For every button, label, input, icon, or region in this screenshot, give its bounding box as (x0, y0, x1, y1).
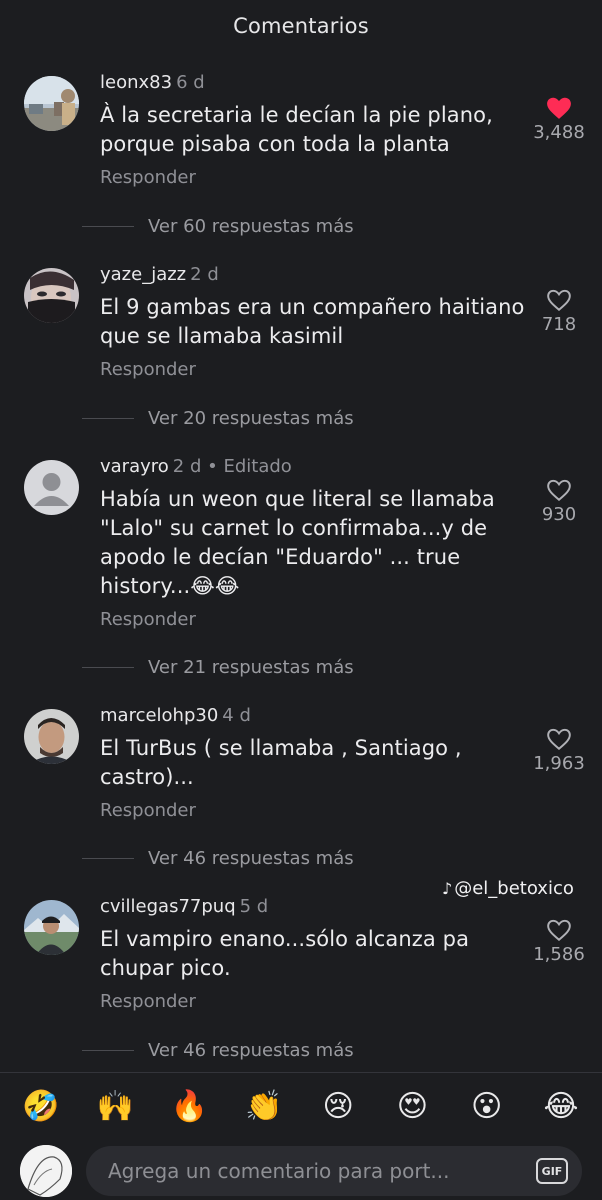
heart-outline-icon (547, 728, 571, 751)
reply-button[interactable]: Responder (100, 167, 530, 189)
like-count: 1,963 (533, 753, 585, 774)
reply-button[interactable]: Responder (100, 359, 530, 381)
surprised-emoji-button[interactable]: 😮 (467, 1087, 507, 1127)
replies-divider (82, 857, 134, 859)
header-title: Comentarios (233, 14, 369, 38)
crying-emoji-button[interactable]: 😢 (318, 1087, 358, 1127)
outdoor-portrait-avatar[interactable] (24, 900, 79, 955)
emoji-reaction-bar: 🤣 🙌 🔥 👏 😢 😍 😮 😂 (0, 1072, 602, 1140)
rofl-emoji-button[interactable]: 🤣 (21, 1087, 61, 1127)
comment-time: 6 d (176, 72, 205, 93)
like-button[interactable]: 1,963 (524, 727, 594, 775)
comment-text: El TurBus ( se llamaba , Santiago , cast… (100, 736, 462, 789)
like-button[interactable]: 930 (524, 478, 594, 526)
my-avatar (20, 1145, 72, 1197)
comment-username[interactable]: yaze_jazz (100, 264, 186, 285)
like-button[interactable]: 718 (524, 288, 594, 336)
clapping-emoji-button[interactable]: 👏 (244, 1087, 284, 1127)
gif-button[interactable]: GIF (536, 1158, 568, 1184)
view-replies-button[interactable]: Ver 20 respuestas más (82, 406, 354, 430)
like-count: 718 (541, 314, 577, 335)
replies-divider (82, 225, 134, 227)
heart-outline-icon (547, 919, 571, 942)
view-replies-label: Ver 21 respuestas más (148, 656, 354, 678)
comment-time: 4 d (222, 705, 251, 726)
replies-divider (82, 417, 134, 419)
view-replies-label: Ver 46 respuestas más (148, 1039, 354, 1061)
replies-divider (82, 666, 134, 668)
replies-divider (82, 1049, 134, 1051)
comment-time: 2 d (190, 264, 219, 285)
comment-text: À la secretaria le decían la pie plano, … (100, 103, 493, 156)
comment-composer: Agrega un comentario para port... GIF (0, 1144, 602, 1200)
raising-hands-emoji-button[interactable]: 🙌 (95, 1087, 135, 1127)
man-portrait-avatar[interactable] (24, 709, 79, 764)
like-count: 3,488 (533, 122, 585, 143)
comment-input[interactable]: Agrega un comentario para port... GIF (86, 1146, 582, 1196)
like-count: 1,586 (533, 944, 585, 965)
view-replies-label: Ver 60 respuestas más (148, 215, 354, 237)
landscape-photo-avatar[interactable] (24, 76, 79, 131)
comment-text: El vampiro enano...sólo alcanza pa chupa… (100, 927, 470, 980)
like-count: 930 (541, 504, 577, 525)
reply-button[interactable]: Responder (100, 609, 530, 631)
view-replies-button[interactable]: Ver 46 respuestas más (82, 1038, 354, 1062)
view-replies-label: Ver 46 respuestas más (148, 847, 354, 869)
comment-username[interactable]: leonx83 (100, 72, 172, 93)
comment-username[interactable]: varayro (100, 456, 169, 477)
view-replies-button[interactable]: Ver 21 respuestas más (82, 655, 354, 679)
like-button[interactable]: 1,586 (524, 918, 594, 966)
heart-filled-icon (547, 97, 571, 119)
heart-outline-icon (547, 479, 571, 502)
reply-button[interactable]: Responder (100, 991, 530, 1013)
fire-emoji-button[interactable]: 🔥 (170, 1087, 210, 1127)
comment-username[interactable]: cvillegas77puq (100, 896, 236, 917)
comment-username[interactable]: marcelohp30 (100, 705, 218, 726)
view-replies-button[interactable]: Ver 60 respuestas más (82, 214, 354, 238)
comment-text: El 9 gambas era un compañero haitiano qu… (100, 295, 525, 348)
default-user-avatar[interactable] (24, 460, 79, 515)
comment-time: 5 d (239, 896, 269, 917)
like-button[interactable]: 3,488 (524, 96, 594, 144)
comment-time: 2 d • Editado (172, 456, 292, 477)
heart-outline-icon (547, 289, 571, 312)
comment-text: Había un weon que literal se llamaba "La… (100, 487, 495, 598)
view-replies-button[interactable]: Ver 46 respuestas más (82, 846, 354, 870)
masked-face-avatar[interactable] (24, 268, 79, 323)
reply-button[interactable]: Responder (100, 800, 530, 822)
comment-input-placeholder: Agrega un comentario para port... (108, 1159, 450, 1183)
comments-header: Comentarios (0, 0, 602, 52)
heart-eyes-emoji-button[interactable]: 😍 (392, 1087, 432, 1127)
view-replies-label: Ver 20 respuestas más (148, 407, 354, 429)
tears-of-joy-emoji-button[interactable]: 😂 (541, 1087, 581, 1127)
